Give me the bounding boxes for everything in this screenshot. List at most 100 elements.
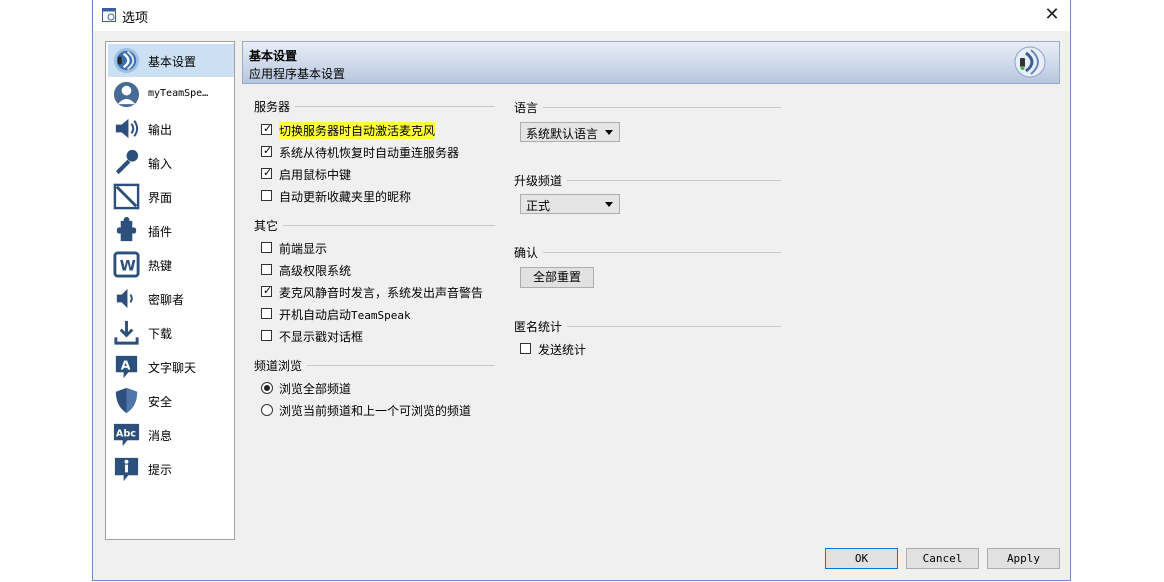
sidebar-item-label: 提示	[148, 463, 173, 477]
sidebar-item-label: 输入	[148, 157, 173, 171]
checkbox-label-prefix: 开机自动启动	[279, 308, 352, 322]
checkbox-label: 麦克风静音时发言，系统发出声音警告	[279, 286, 484, 300]
checkbox-box	[520, 343, 531, 354]
design-icon	[113, 183, 140, 210]
sidebar-item-label: myTeamSpe…	[148, 88, 209, 99]
sidebar-item-downloads[interactable]: 下载	[108, 316, 234, 349]
checkbox-box	[261, 330, 272, 341]
language-select[interactable]: 系统默认语言	[520, 122, 620, 142]
checkbox-box: ✓	[261, 284, 273, 297]
group-title-confirm: 确认	[514, 246, 539, 260]
sidebar-item-label: 下载	[148, 327, 173, 341]
sidebar-item-label: 安全	[148, 395, 173, 409]
page-subtitle: 应用程序基本设置	[249, 67, 346, 81]
checkbox-box: ✓	[261, 122, 273, 135]
messages-icon: Abc	[113, 423, 140, 447]
checkbox-label: 前端显示	[279, 242, 328, 256]
reset-all-button[interactable]: 全部重置	[520, 267, 594, 288]
category-sidebar: 基本设置 myTeamSpe… 输出 输入 界面 插件 W 热键 密聊者 下载 …	[105, 41, 235, 540]
sidebar-item-myteamspeak[interactable]: myTeamSpe…	[108, 78, 234, 111]
user-icon	[113, 81, 140, 108]
sidebar-item-messages[interactable]: Abc 消息	[108, 418, 234, 451]
teamspeak-logo-icon	[1014, 46, 1046, 78]
check-icon: ✓	[263, 122, 273, 135]
checkbox-label: 发送统计	[538, 343, 587, 357]
group-divider	[567, 326, 781, 327]
checkbox-box: ✓	[261, 144, 272, 157]
checkbox-box: ✓	[261, 166, 273, 179]
download-icon	[114, 320, 139, 345]
group-divider	[543, 107, 781, 108]
sidebar-item-whisper[interactable]: 密聊者	[108, 282, 234, 315]
radio-circle	[261, 382, 273, 394]
speaker-icon	[115, 118, 139, 139]
checkbox-label: 启用鼠标中键	[279, 168, 352, 182]
svg-text:A: A	[121, 357, 131, 372]
sidebar-item-general[interactable]: 基本设置	[108, 44, 234, 77]
group-divider	[295, 106, 495, 107]
apply-button[interactable]: Apply	[987, 548, 1060, 569]
whisper-icon	[116, 288, 133, 309]
sidebar-item-notifications[interactable]: 提示	[108, 452, 234, 485]
checkbox-box	[261, 264, 272, 275]
checkbox-box	[261, 242, 272, 253]
checkbox-label: 系统从待机恢复时自动重连服务器	[279, 146, 460, 160]
sidebar-item-label: 消息	[148, 429, 173, 443]
close-icon: ✕	[1044, 4, 1060, 25]
radio-dot	[264, 385, 270, 391]
microphone-icon	[115, 149, 139, 175]
chevron-down-icon	[605, 202, 613, 207]
sidebar-item-hotkeys[interactable]: W 热键	[108, 248, 234, 281]
group-divider	[543, 252, 781, 253]
sidebar-item-label: 基本设置	[148, 55, 197, 69]
title-bar: 选项 ✕	[93, 0, 1070, 31]
group-divider	[307, 365, 495, 366]
options-dialog: 选项 ✕ 基本设置 myTeamSpe… 输出 输入 界面 插件 W 热键 密聊…	[92, 0, 1071, 581]
page-header: 基本设置 应用程序基本设置	[242, 41, 1060, 84]
info-icon	[114, 457, 139, 482]
chevron-down-icon	[605, 130, 613, 135]
sidebar-item-label: 文字聊天	[148, 361, 197, 375]
sidebar-item-output[interactable]: 输出	[108, 112, 234, 145]
checkbox-label: 自动更新收藏夹里的昵称	[279, 190, 412, 204]
close-button[interactable]: ✕	[1042, 5, 1062, 25]
check-icon: ✓	[263, 284, 273, 297]
update-channel-select-value: 正式	[526, 199, 551, 213]
language-select-value: 系统默认语言	[526, 127, 599, 141]
sidebar-item-label: 输出	[148, 123, 173, 137]
sidebar-item-label: 热键	[148, 259, 173, 273]
checkbox-label: 开机自动启动TeamSpeak	[279, 306, 411, 323]
checkbox-box	[261, 190, 272, 201]
group-title-update-channel: 升级频道	[514, 174, 563, 188]
sidebar-item-label: 界面	[148, 191, 173, 205]
checkbox-label: 不显示戳对话框	[279, 330, 364, 344]
window-title: 选项	[122, 11, 149, 26]
teamspeak-icon	[113, 47, 140, 74]
checkbox-label-appname: TeamSpeak	[351, 309, 411, 322]
update-channel-select[interactable]: 正式	[520, 194, 620, 214]
checkbox-label: 高级权限系统	[279, 264, 352, 278]
sidebar-item-security[interactable]: 安全	[108, 384, 234, 417]
radio-label: 浏览全部频道	[279, 382, 352, 396]
app-window-icon	[102, 8, 116, 22]
group-title-server: 服务器	[254, 100, 291, 114]
sidebar-item-label: 密聊者	[148, 293, 185, 307]
svg-text:Abc: Abc	[116, 428, 136, 439]
group-title-channel-browse: 频道浏览	[254, 359, 303, 373]
shield-icon	[115, 387, 138, 414]
sidebar-item-input[interactable]: 输入	[108, 146, 234, 179]
radio-circle	[261, 404, 273, 416]
sidebar-item-design[interactable]: 界面	[108, 180, 234, 213]
puzzle-icon	[116, 216, 137, 242]
sidebar-item-label: 插件	[148, 225, 173, 239]
check-icon: ✓	[263, 166, 273, 179]
group-title-anon-stats: 匿名统计	[514, 320, 563, 334]
sidebar-item-addons[interactable]: 插件	[108, 214, 234, 247]
group-title-other: 其它	[254, 219, 279, 233]
group-title-language: 语言	[514, 101, 539, 115]
sidebar-item-chat[interactable]: A 文字聊天	[108, 350, 234, 383]
cancel-button[interactable]: Cancel	[906, 548, 979, 569]
ok-button[interactable]: OK	[825, 548, 898, 569]
checkbox-label: 切换服务器时自动激活麦克风	[279, 122, 436, 139]
page-title: 基本设置	[249, 49, 298, 63]
